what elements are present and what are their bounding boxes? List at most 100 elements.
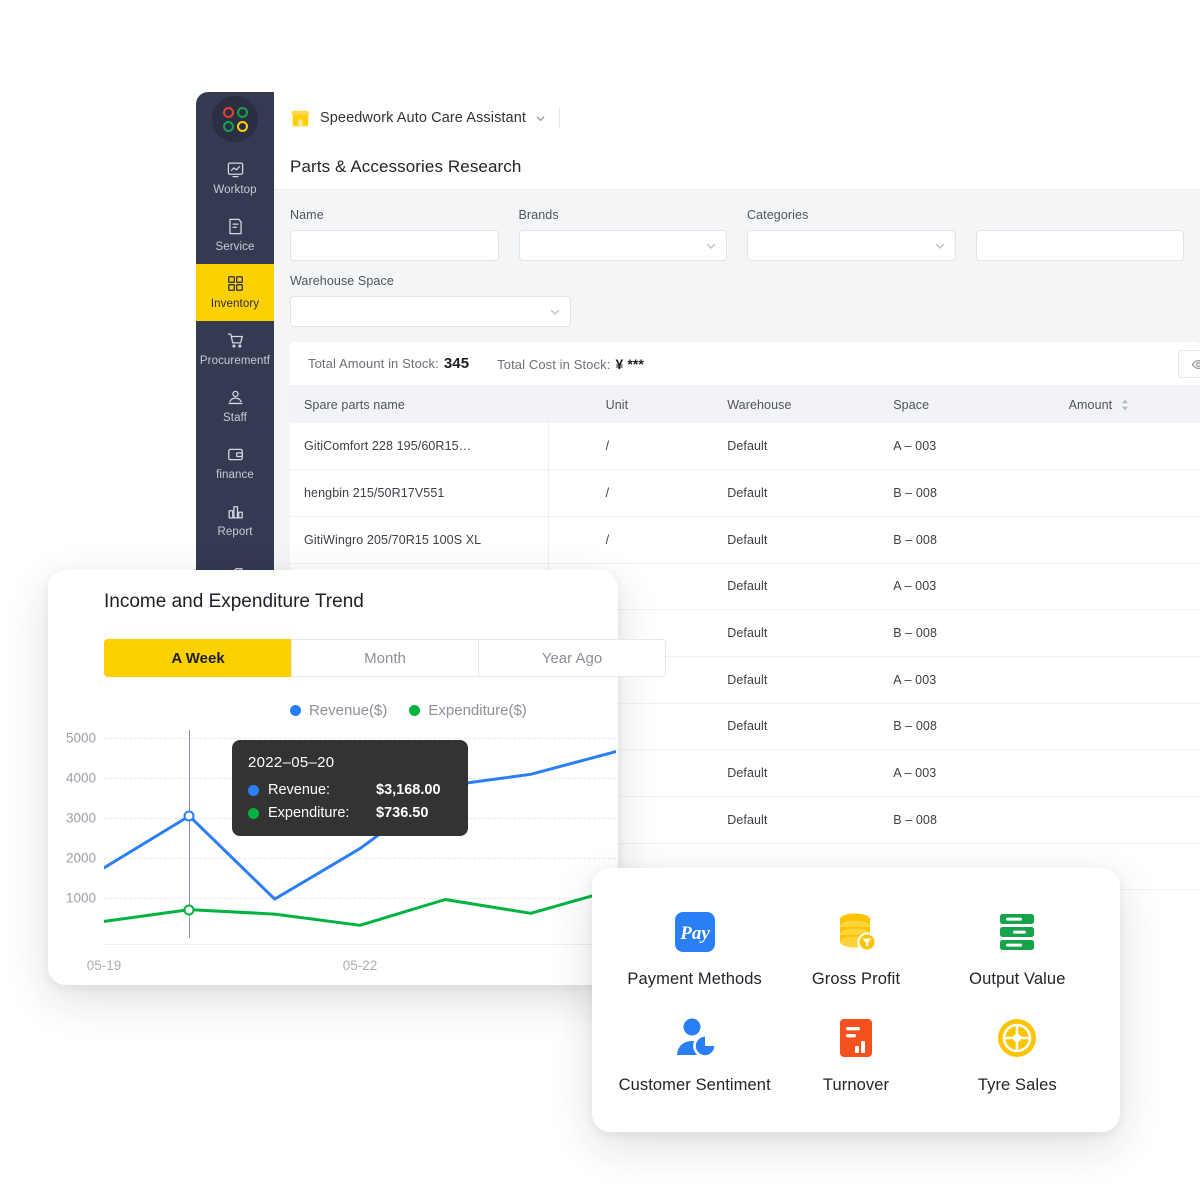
cell-amount: 3	[1054, 469, 1200, 517]
table-row[interactable]: hengbin 215/50R17V551 / Default B – 008 …	[290, 469, 1200, 517]
screenshot-root: Worktop Service Inventory Procurementf S…	[0, 0, 1200, 1200]
logo-ring-green	[236, 106, 248, 118]
legend-label-revenue: Revenue($)	[309, 702, 388, 719]
sidebar-item-label: Service	[215, 241, 255, 253]
cell-warehouse: Default	[713, 423, 880, 471]
sidebar-item-procurement[interactable]: Procurementf	[196, 321, 274, 378]
col-header-spare-parts-name[interactable]: Spare parts name	[290, 386, 592, 423]
tile-turnover[interactable]: Turnover	[775, 1000, 936, 1106]
sidebar-item-worktop[interactable]: Worktop	[196, 150, 274, 207]
col-header-space[interactable]: Space	[879, 386, 1055, 423]
filter-brands: Brands	[518, 208, 727, 261]
shopping-cart-icon	[227, 333, 243, 348]
logo-ring-red	[222, 106, 234, 118]
sidebar-item-label: Procurementf	[199, 355, 271, 367]
sidebar-item-staff[interactable]: Staff	[196, 378, 274, 435]
tile-payment-methods[interactable]: Pay Payment Methods	[614, 894, 775, 1000]
table-row[interactable]: GitiWingro 205/70R15 100S XL / Default B…	[290, 516, 1200, 564]
tooltip-key-revenue: Revenue:	[268, 782, 331, 798]
cell-name: GitiComfort 228 195/60R15…	[290, 423, 592, 471]
chart-legend: Revenue($) Expenditure($)	[290, 702, 527, 719]
filter-label: Categories	[747, 208, 809, 222]
quick-actions-card: Pay Payment Methods Gross Profit Output …	[592, 868, 1120, 1132]
cell-space: A – 003	[879, 423, 1055, 471]
tile-label: Tyre Sales	[977, 1075, 1057, 1094]
legend-dot-expenditure	[409, 705, 421, 716]
cell-space: A – 003	[879, 656, 1055, 704]
shop-selector[interactable]: Speedwork Auto Care Assistant	[274, 109, 546, 128]
total-cost-in-stock: Total Cost in Stock: ¥ ***	[497, 356, 644, 372]
chevron-down-icon	[550, 309, 560, 315]
sidebar-item-service[interactable]: Service	[196, 207, 274, 264]
page-header: Parts & Accessories Research	[274, 144, 1200, 190]
cell-unit: /	[591, 469, 714, 517]
extra-select[interactable]	[975, 230, 1184, 261]
tooltip-dot-expenditure	[248, 807, 259, 819]
sidebar-item-inventory[interactable]: Inventory	[196, 264, 274, 321]
chevron-down-icon	[935, 243, 944, 249]
legend-item-expenditure[interactable]: Expenditure($)	[409, 702, 527, 719]
sidebar-item-report[interactable]: Report	[196, 492, 274, 549]
shop-name: Speedwork Auto Care Assistant	[320, 110, 527, 126]
cell-amount: 7	[1054, 656, 1200, 704]
sidebar-item-finance[interactable]: finance	[196, 435, 274, 492]
cell-warehouse: Default	[713, 796, 880, 844]
col-header-amount-label: Amount	[1068, 397, 1113, 412]
tab-year-ago[interactable]: Year Ago	[478, 639, 666, 677]
cell-space: B – 008	[879, 703, 1055, 751]
chevron-down-icon[interactable]	[535, 113, 546, 124]
topbar-divider	[559, 108, 561, 128]
tyre-wheel-icon	[998, 1018, 1037, 1057]
brands-select[interactable]	[518, 230, 727, 261]
tile-gross-profit[interactable]: Gross Profit	[775, 894, 936, 1000]
filter-label: Name	[290, 208, 324, 222]
sort-arrows-icon[interactable]	[1121, 399, 1129, 411]
table-row[interactable]: GitiComfort 228 195/60R15… / Default A –…	[290, 423, 1200, 471]
page-title: Parts & Accessories Research	[290, 156, 522, 176]
user-desk-icon	[228, 390, 242, 405]
x-tick-label: 05-22	[342, 958, 378, 973]
cell-warehouse: Default	[713, 749, 880, 797]
col-header-warehouse[interactable]: Warehouse	[713, 386, 880, 423]
name-input[interactable]	[290, 230, 499, 261]
stock-summary-bar: Total Amount in Stock: 345 Total Cost in …	[290, 342, 1200, 386]
warehouse-space-select[interactable]	[290, 296, 571, 327]
y-tick-label: 4000	[65, 770, 96, 786]
cell-amount: 20	[1054, 749, 1200, 797]
tab-a-week[interactable]: A Week	[104, 639, 291, 677]
y-tick-label: 5000	[65, 730, 96, 746]
cell-unit: /	[591, 423, 714, 471]
tile-tyre-sales[interactable]: Tyre Sales	[937, 1000, 1098, 1106]
speedwork-logo[interactable]	[212, 96, 258, 142]
legend-label-expenditure: Expenditure($)	[428, 702, 527, 719]
grid-squares-icon	[227, 276, 243, 291]
data-point-marker-revenue[interactable]	[183, 810, 195, 822]
chart-title: Income and Expenditure Trend	[104, 591, 364, 612]
y-tick-label: 2000	[65, 850, 96, 866]
tile-label: Customer Sentiment	[618, 1075, 771, 1094]
y-tick-label: 1000	[65, 890, 96, 906]
legend-item-revenue[interactable]: Revenue($)	[290, 702, 387, 719]
tooltip-dot-revenue	[248, 784, 259, 796]
categories-select[interactable]	[747, 230, 956, 261]
x-axis-line	[104, 944, 616, 945]
col-header-amount[interactable]: Amount	[1054, 386, 1200, 423]
total-amount-label: Total Amount in Stock:	[308, 356, 439, 371]
tab-month[interactable]: Month	[291, 639, 478, 677]
coins-stack-icon	[839, 913, 877, 951]
col-header-unit[interactable]: Unit	[591, 386, 714, 423]
tile-customer-sentiment[interactable]: Customer Sentiment	[614, 1000, 775, 1106]
cell-amount: 2	[1054, 609, 1200, 657]
data-point-marker-expenditure[interactable]	[183, 904, 195, 916]
toggle-cost-visibility-button[interactable]	[1178, 350, 1200, 378]
tile-output-value[interactable]: Output Value	[937, 894, 1098, 1000]
pay-badge-icon: Pay	[674, 911, 715, 952]
chart-tooltip: 2022–05–20 Revenue: $3,168.00 Expenditur…	[232, 740, 468, 836]
document-edit-icon	[228, 218, 242, 235]
sidebar-nav: Worktop Service Inventory Procurementf S…	[196, 150, 274, 606]
cell-amount: 6	[1054, 796, 1200, 844]
table-header-row: Spare parts name Unit Warehouse Space Am…	[290, 386, 1200, 423]
filter-name: Name	[290, 208, 499, 261]
wallet-icon	[227, 448, 243, 461]
cell-warehouse: Default	[713, 563, 880, 611]
